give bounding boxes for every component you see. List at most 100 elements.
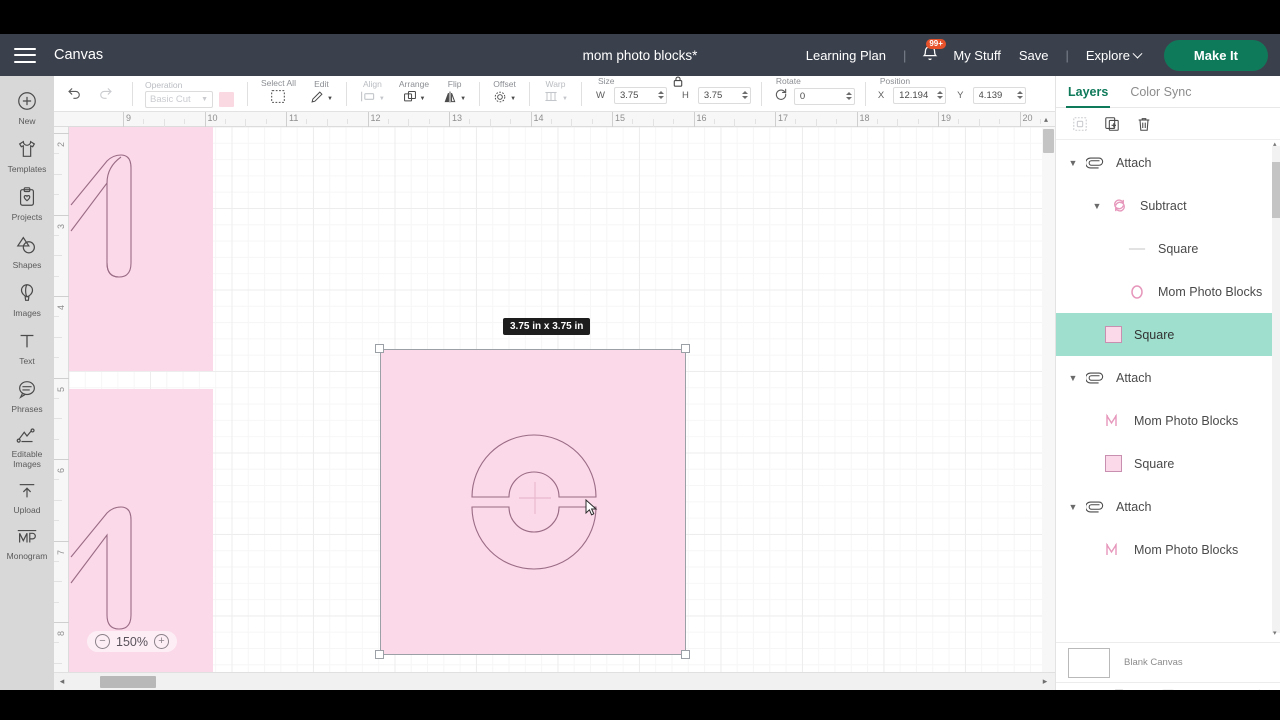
ruler-subtick: [143, 119, 145, 124]
selection-handle-top-right[interactable]: [681, 344, 690, 353]
layer-row[interactable]: Square: [1056, 442, 1280, 485]
ruler-subtick: [54, 520, 59, 522]
sidebar-item-upload[interactable]: Upload: [0, 475, 54, 519]
tab-color-sync[interactable]: Color Sync: [1130, 76, 1191, 107]
layers-scrollbar[interactable]: ▴ ▾: [1272, 141, 1280, 637]
x-field[interactable]: [893, 86, 947, 104]
plus-circle-icon[interactable]: +: [153, 634, 169, 649]
y-spinner[interactable]: [1016, 91, 1023, 99]
sidebar-item-phrases[interactable]: Phrases: [0, 372, 54, 418]
sidebar-item-images[interactable]: Images: [0, 276, 54, 322]
chevron-down-icon[interactable]: ▼: [1064, 502, 1082, 512]
my-stuff-link[interactable]: My Stuff: [944, 48, 1009, 63]
scroll-right-arrow-icon[interactable]: ▸: [1037, 676, 1053, 687]
height-input[interactable]: [703, 89, 740, 101]
rotate-icon[interactable]: [774, 87, 788, 106]
y-input[interactable]: [978, 89, 1015, 101]
ruler-subtick: [652, 119, 654, 127]
sidebar-item-shapes[interactable]: Shapes: [0, 228, 54, 274]
layer-row[interactable]: ▼ Attach: [1056, 141, 1280, 184]
canvas-vertical-scroll-thumb[interactable]: [1043, 129, 1054, 153]
delete-icon[interactable]: [1136, 116, 1152, 132]
sidebar-item-editable-images[interactable]: Editable Images: [0, 420, 54, 473]
sidebar-item-templates[interactable]: Templates: [0, 132, 54, 178]
layers-scroll-thumb[interactable]: [1272, 162, 1280, 218]
edit-button[interactable]: Edit ▼: [303, 77, 340, 111]
layer-row-selected[interactable]: Square: [1056, 313, 1280, 356]
zoom-control[interactable]: − 150% +: [87, 631, 177, 652]
app-root: Canvas mom photo blocks* Learning Plan |…: [0, 0, 1280, 720]
x-spinner[interactable]: [937, 91, 944, 99]
canvas-horizontal-scroll-thumb[interactable]: [100, 676, 156, 688]
selection-handle-bottom-left[interactable]: [375, 650, 384, 659]
sidebar-item-new[interactable]: New: [0, 84, 54, 130]
chevron-down-icon[interactable]: ▼: [1088, 201, 1106, 211]
canvas-grid[interactable]: 3.75 in x 3.75 in − 150% +: [69, 127, 1055, 672]
scroll-left-arrow-icon[interactable]: ◂: [54, 676, 70, 687]
document-title-text[interactable]: mom photo blocks*: [583, 48, 698, 63]
canvas-vertical-scrollbar[interactable]: ▴: [1042, 115, 1055, 672]
tab-layers[interactable]: Layers: [1065, 76, 1111, 108]
lock-icon[interactable]: [671, 75, 684, 94]
sidebar-item-text[interactable]: Text: [0, 324, 54, 370]
sidebar-item-projects[interactable]: Projects: [0, 180, 54, 226]
minus-circle-icon[interactable]: −: [95, 634, 110, 649]
operation-color-swatch[interactable]: [219, 91, 234, 107]
operation-select[interactable]: Basic Cut ▼: [145, 90, 213, 108]
layer-row[interactable]: Mom Photo Blocks: [1056, 270, 1280, 313]
learning-plan-link[interactable]: Learning Plan: [797, 48, 895, 63]
ruler-number: 19: [941, 113, 952, 123]
flip-button[interactable]: Flip ▼: [436, 77, 473, 111]
layers-list[interactable]: ▼ Attach ▼ Subtract Square Mom Photo Blo…: [1056, 141, 1280, 638]
scroll-up-arrow-icon[interactable]: ▴: [1044, 115, 1048, 124]
save-button[interactable]: Save: [1010, 48, 1058, 63]
select-all-button[interactable]: Select All: [254, 77, 303, 111]
group-icon[interactable]: [1072, 116, 1088, 132]
canvas-thumbnail[interactable]: [1068, 647, 1110, 678]
height-spinner[interactable]: [741, 91, 748, 99]
chevron-down-icon[interactable]: ▼: [1064, 373, 1082, 383]
rotate-spinner[interactable]: [845, 92, 852, 100]
width-spinner[interactable]: [657, 91, 664, 99]
ruler-subtick: [510, 119, 512, 124]
undo-icon[interactable]: [66, 86, 83, 101]
align-button[interactable]: Align ▼: [353, 77, 392, 111]
height-field[interactable]: [697, 86, 751, 104]
warp-button[interactable]: Warp ▼: [536, 77, 575, 111]
duplicate-icon[interactable]: [1104, 116, 1120, 132]
redo-icon[interactable]: [97, 86, 114, 101]
layer-row[interactable]: Square: [1056, 227, 1280, 270]
layer-row[interactable]: ▼ Attach: [1056, 485, 1280, 528]
ruler-subtick: [958, 119, 960, 124]
layer-row[interactable]: ▼ Attach: [1056, 356, 1280, 399]
layer-row[interactable]: Mom Photo Blocks: [1056, 528, 1280, 571]
scroll-down-arrow-icon[interactable]: ▾: [1273, 629, 1277, 637]
x-input[interactable]: [899, 89, 936, 101]
canvas-shape-block-top[interactable]: [69, 127, 213, 371]
layer-row[interactable]: ▼ Subtract: [1056, 184, 1280, 227]
selection-handle-bottom-right[interactable]: [681, 650, 690, 659]
screen-top-letterbox: [0, 0, 1280, 34]
text-t-icon: [16, 330, 38, 352]
layer-row[interactable]: Mom Photo Blocks: [1056, 399, 1280, 442]
bell-icon[interactable]: 99+: [920, 39, 946, 66]
width-field[interactable]: [613, 86, 667, 104]
blank-canvas-row[interactable]: Blank Canvas: [1056, 642, 1280, 682]
sidebar-item-monogram[interactable]: Monogram: [0, 521, 54, 565]
canvas-shape-block-bottom[interactable]: [69, 389, 213, 672]
selection-handle-top-left[interactable]: [375, 344, 384, 353]
make-it-button[interactable]: Make It: [1163, 39, 1268, 71]
offset-button[interactable]: Offset ▼: [486, 77, 523, 111]
rotate-input[interactable]: [799, 90, 844, 102]
hamburger-icon[interactable]: [14, 47, 36, 63]
scroll-up-arrow-icon[interactable]: ▴: [1273, 140, 1277, 148]
canvas-area[interactable]: 9 10 11 12 13 14 15 16 17 18 19 20 2 3 4 5 6 7 8: [54, 112, 1055, 690]
canvas-horizontal-scrollbar[interactable]: ◂ ▸: [54, 672, 1055, 690]
rotate-field[interactable]: [793, 87, 855, 105]
arrange-button[interactable]: Arrange ▼: [392, 77, 436, 111]
y-field[interactable]: [972, 86, 1026, 104]
explore-dropdown[interactable]: Explore: [1077, 48, 1150, 63]
width-input[interactable]: [619, 89, 656, 101]
chevron-down-icon[interactable]: ▼: [1064, 158, 1082, 168]
ruler-subtick: [54, 479, 59, 481]
